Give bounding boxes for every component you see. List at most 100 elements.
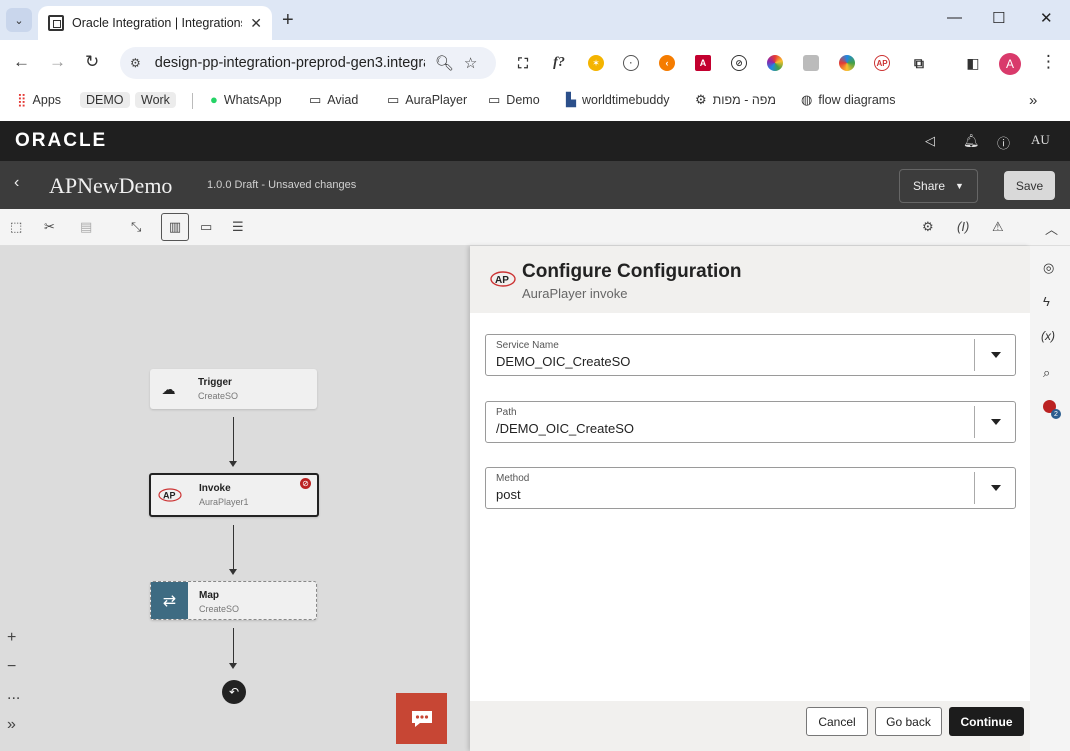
notification-bell-icon[interactable]: 🔔︎ bbox=[963, 133, 980, 149]
profile-avatar[interactable]: A bbox=[999, 53, 1021, 75]
minimize-button[interactable]: — bbox=[947, 9, 962, 26]
side-panel-icon[interactable]: ◧ bbox=[965, 55, 981, 71]
field-value[interactable]: post bbox=[496, 487, 521, 502]
tab-search-button[interactable]: ⌄ bbox=[6, 8, 32, 32]
worldtimebuddy-icon: ▙ bbox=[566, 92, 576, 107]
bookmark-whatsapp[interactable]: ● WhatsApp bbox=[210, 92, 282, 107]
paste-icon[interactable]: ▤ bbox=[80, 219, 92, 235]
settings-gear-icon[interactable]: ⚙ bbox=[922, 219, 934, 235]
integration-properties-icon[interactable]: (I) bbox=[957, 219, 969, 234]
invoke-node[interactable]: AP Invoke AuraPlayer1 ⊘ bbox=[149, 473, 319, 517]
bookmark-flow-diagrams[interactable]: ◍ flow diagrams bbox=[801, 92, 895, 108]
warning-icon[interactable]: ⚠ bbox=[992, 219, 1004, 235]
more-options-button[interactable]: ... bbox=[7, 686, 20, 704]
chevron-down-icon[interactable] bbox=[991, 352, 1001, 358]
service-name-select[interactable]: Service Name DEMO_OIC_CreateSO bbox=[485, 334, 1016, 376]
cut-icon[interactable]: ✂ bbox=[44, 219, 55, 235]
zoom-lens-icon[interactable]: 🔍︎ bbox=[435, 54, 454, 72]
bookmark-demo-folder[interactable]: ▭ Demo bbox=[488, 92, 540, 108]
save-button[interactable]: Save bbox=[1004, 171, 1055, 200]
bookmarks-overflow-icon[interactable]: » bbox=[1029, 92, 1037, 109]
chevron-down-icon[interactable] bbox=[991, 485, 1001, 491]
extension-orange-icon[interactable]: ‹ bbox=[659, 55, 675, 71]
bookmark-separator bbox=[192, 93, 193, 109]
canvas-toolbar: ⬚ ✂ ▤ ⤡ ▥ ▭ ☰ ⚙ (I) ⚠ ︿ bbox=[0, 209, 1070, 246]
right-rail: ◎ ϟ (x) ⌕ 2 bbox=[1030, 246, 1070, 751]
bookmark-auraplayer[interactable]: ▭ AuraPlayer bbox=[387, 92, 467, 108]
site-info-icon[interactable]: ⚙ bbox=[130, 56, 141, 70]
tab-title: Oracle Integration | Integrations bbox=[72, 16, 242, 30]
close-window-button[interactable]: ✕ bbox=[1040, 9, 1053, 27]
auraplayer-extension-icon[interactable]: AP bbox=[874, 55, 890, 71]
continue-button[interactable]: Continue bbox=[949, 707, 1024, 736]
drawer-footer bbox=[470, 701, 1030, 751]
variables-icon[interactable]: (x) bbox=[1041, 329, 1055, 343]
share-label: Share bbox=[913, 179, 946, 193]
block-extension-icon[interactable]: ⊘ bbox=[731, 55, 747, 71]
bookmark-apps[interactable]: ⣿ Apps bbox=[17, 92, 61, 108]
bookmark-aviad[interactable]: ▭ Aviad bbox=[309, 92, 358, 108]
bookmark-demo[interactable]: DEMO bbox=[80, 92, 130, 108]
collapse-icon[interactable]: ⤡ bbox=[131, 219, 141, 235]
search-icon[interactable]: ⌕ bbox=[1043, 365, 1050, 381]
share-button[interactable]: Share ▼ bbox=[899, 169, 978, 203]
back-chevron-icon[interactable]: ‹ bbox=[14, 174, 19, 192]
field-value[interactable]: DEMO_OIC_CreateSO bbox=[496, 354, 630, 369]
expand-panel-button[interactable]: » bbox=[7, 716, 16, 734]
tab-close-icon[interactable]: ✕ bbox=[250, 15, 262, 32]
vertical-layout-icon[interactable]: ▥ bbox=[161, 213, 189, 241]
font-extension-icon[interactable]: f? bbox=[551, 55, 567, 71]
extension-gallery-icon[interactable] bbox=[803, 55, 819, 71]
browser-menu-icon[interactable]: ⋮ bbox=[1040, 52, 1057, 72]
chat-button[interactable] bbox=[396, 693, 447, 744]
bookmark-worldtimebuddy[interactable]: ▙ worldtimebuddy bbox=[566, 92, 670, 108]
lightning-icon[interactable]: ϟ bbox=[1043, 294, 1050, 309]
draft-status: 1.0.0 Draft - Unsaved changes bbox=[207, 179, 357, 191]
method-select[interactable]: Method post bbox=[485, 467, 1016, 509]
zoom-out-button[interactable]: − bbox=[7, 658, 16, 676]
pseudo-view-icon[interactable]: ☰ bbox=[232, 219, 244, 235]
forward-arrow-icon[interactable]: → bbox=[49, 52, 66, 72]
chat-bubble-icon bbox=[411, 710, 432, 727]
reload-icon[interactable]: ↻ bbox=[85, 52, 99, 72]
errors-icon[interactable]: 2 bbox=[1043, 400, 1061, 419]
help-icon[interactable]: ⓘ bbox=[997, 133, 1010, 152]
collapse-up-icon[interactable]: ︿ bbox=[1045, 219, 1058, 238]
flow-connector bbox=[233, 628, 234, 665]
extension-wheel-icon[interactable] bbox=[839, 55, 855, 71]
trigger-node[interactable]: ☁ Trigger CreateSO bbox=[150, 369, 317, 409]
browser-tab[interactable]: Oracle Integration | Integrations ✕ bbox=[38, 6, 272, 40]
path-select[interactable]: Path /DEMO_OIC_CreateSO bbox=[485, 401, 1016, 443]
new-tab-button[interactable]: + bbox=[282, 9, 294, 32]
map-node[interactable]: ⇄ Map CreateSO bbox=[150, 581, 317, 620]
url-text[interactable]: design-pp-integration-preprod-gen3.integ… bbox=[155, 55, 425, 71]
color-picker-icon[interactable] bbox=[767, 55, 783, 71]
bookmark-star-icon[interactable]: ☆ bbox=[464, 54, 477, 72]
integration-canvas[interactable]: ☁ Trigger CreateSO AP Invoke AuraPlayer1… bbox=[0, 246, 470, 751]
omnibox[interactable]: ⚙ design-pp-integration-preprod-gen3.int… bbox=[120, 47, 496, 79]
extensions-puzzle-icon[interactable]: ⧉ bbox=[911, 55, 927, 71]
target-icon[interactable]: ◎ bbox=[1043, 260, 1054, 276]
cloud-trigger-icon: ☁ bbox=[161, 380, 176, 397]
bookmark-label: WhatsApp bbox=[223, 92, 282, 107]
bookmark-work[interactable]: Work bbox=[135, 92, 176, 108]
announcement-icon[interactable]: ◁ bbox=[925, 133, 935, 149]
zoom-in-button[interactable]: + bbox=[7, 629, 16, 647]
user-menu[interactable]: AU bbox=[1031, 132, 1050, 148]
cancel-button[interactable]: Cancel bbox=[806, 707, 868, 736]
screenshot-icon[interactable]: ⛶ bbox=[515, 55, 531, 71]
bookmark-maps[interactable]: ⚙ מפה - מפות bbox=[695, 92, 776, 108]
back-arrow-icon[interactable]: ← bbox=[13, 52, 30, 72]
extension-code-icon[interactable]: · bbox=[623, 55, 639, 71]
go-back-button[interactable]: Go back bbox=[875, 707, 942, 736]
select-icon[interactable]: ⬚ bbox=[10, 219, 22, 235]
oracle-logo: ORACLE bbox=[15, 130, 108, 151]
chevron-down-icon[interactable] bbox=[991, 419, 1001, 425]
maximize-button[interactable]: ☐ bbox=[992, 9, 1005, 27]
horizontal-layout-icon[interactable]: ▭ bbox=[200, 219, 212, 235]
angular-icon[interactable]: A bbox=[695, 55, 711, 71]
bookmark-label: מפה - מפות bbox=[712, 93, 776, 107]
error-icon[interactable]: ⊘ bbox=[300, 478, 311, 489]
field-value[interactable]: /DEMO_OIC_CreateSO bbox=[496, 421, 634, 436]
extension-star-icon[interactable]: ✶ bbox=[588, 55, 604, 71]
